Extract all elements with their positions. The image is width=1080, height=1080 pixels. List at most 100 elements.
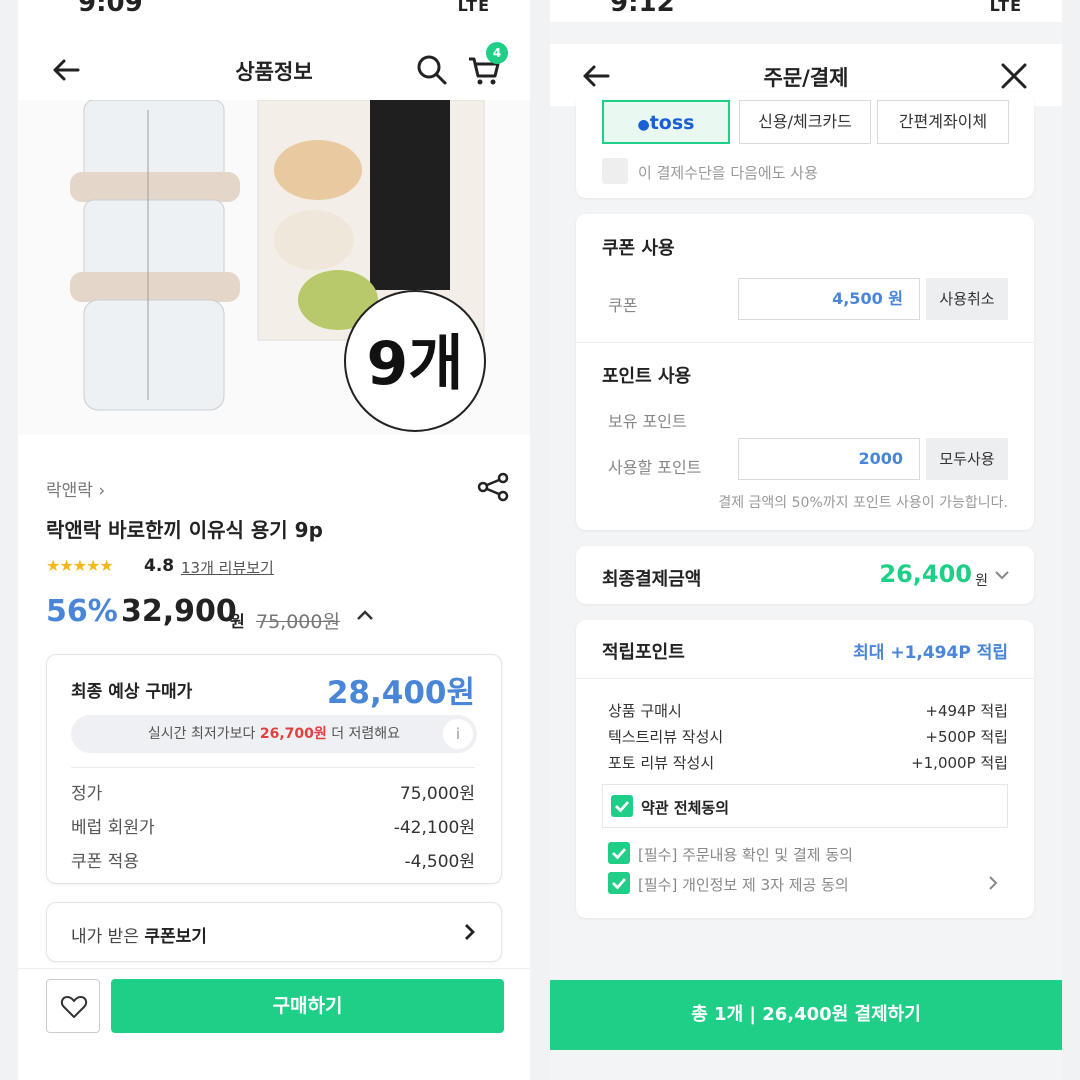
coupon-prefix: 내가 받은 [71, 927, 145, 947]
chevron-right-icon [459, 921, 479, 943]
reward-points-card: 적립포인트 최대 +1,494P 적립 상품 구매시 +494P 적립 텍스트리… [576, 620, 1034, 918]
close-icon[interactable] [996, 58, 1032, 94]
divider [71, 767, 475, 768]
reward-row-photo-review: 포토 리뷰 작성시 +1,000P 적립 [608, 752, 1008, 773]
info-icon[interactable]: i [443, 719, 473, 749]
cart-count-badge: 4 [486, 42, 508, 64]
row-label: 정가 [71, 784, 103, 804]
remember-checkbox[interactable] [602, 158, 628, 184]
notice-amount: 26,700원 [259, 726, 327, 742]
status-network: LTE [457, 0, 490, 15]
final-amount-card[interactable]: 최종결제금액 26,400 원 [576, 546, 1034, 604]
checkbox-checked-icon[interactable] [608, 872, 630, 894]
status-time: 9:12 [610, 0, 675, 18]
reward-row-value: +494P 적립 [925, 702, 1008, 720]
points-input[interactable]: 2000 [738, 438, 920, 480]
agree-order-row[interactable]: [필수] 주문내용 확인 및 결제 동의 [608, 842, 1008, 866]
buy-button[interactable]: 구매하기 [111, 979, 504, 1033]
reward-row-value: +1,000P 적립 [911, 754, 1008, 772]
status-time: 9:09 [78, 0, 143, 18]
checkbox-checked-icon[interactable] [608, 842, 630, 864]
use-points-label: 사용할 포인트 [608, 458, 702, 477]
agree-order-label: [필수] 주문내용 확인 및 결제 동의 [638, 846, 853, 864]
reward-max: 최대 +1,494P 적립 [853, 643, 1008, 663]
row-label: 쿠폰 적용 [71, 852, 139, 872]
share-icon[interactable] [476, 472, 510, 502]
lowest-price-notice: 실시간 최저가보다 26,700원 더 저렴해요 i [71, 715, 477, 753]
agree-all-label: 약관 전체동의 [641, 799, 730, 817]
price-unit: 원 [230, 612, 245, 631]
reward-row-label: 포토 리뷰 작성시 [608, 754, 715, 772]
reward-row-purchase: 상품 구매시 +494P 적립 [608, 700, 1008, 721]
search-icon[interactable] [414, 52, 450, 88]
estimated-price-label: 최종 예상 구매가 [71, 682, 193, 702]
points-heading: 포인트 사용 [602, 366, 692, 387]
reviews-link[interactable]: 13개 리뷰보기 [181, 557, 274, 578]
notice-text-suffix: 더 저렴해요 [326, 726, 401, 742]
reward-row-text-review: 텍스트리뷰 작성시 +500P 적립 [608, 726, 1008, 747]
container-stack [70, 100, 240, 411]
use-all-points-button[interactable]: 모두사용 [926, 438, 1008, 480]
agree-privacy-row[interactable]: [필수] 개인정보 제 3자 제공 동의 [608, 872, 1008, 896]
quantity-badge-text: 9개 [367, 329, 464, 399]
pay-option-bank[interactable]: 간편계좌이체 [877, 100, 1009, 144]
row-value: -42,100원 [393, 818, 475, 838]
discount-rate: 56% [46, 594, 118, 629]
cart-icon[interactable]: 4 [466, 42, 508, 88]
page-title: 주문/결제 [763, 66, 849, 90]
rating-stars-icon: ★★★★★ [46, 556, 114, 575]
chevron-up-icon[interactable] [354, 604, 376, 626]
price-row-member: 베럽 회원가 -42,100원 [71, 813, 475, 838]
coupon-heading: 쿠폰 사용 [602, 238, 675, 259]
reward-row-label: 상품 구매시 [608, 702, 682, 720]
chevron-down-icon [992, 565, 1012, 585]
notice-text: 실시간 최저가보다 [147, 726, 260, 742]
checkout-screen: 9:12 LTE 주문/결제 ●toss 신용/체크카드 간편계좌이체 이 결제… [550, 0, 1062, 1080]
row-value: 75,000원 [399, 784, 475, 804]
row-value: -4,500원 [404, 852, 475, 872]
pay-option-toss[interactable]: ●toss [602, 100, 730, 144]
coupon-bold: 쿠폰보기 [144, 927, 207, 947]
view-coupons-label: 내가 받은 쿠폰보기 [71, 922, 207, 947]
product-detail-screen: 9:09 LTE 상품정보 4 9개 락앤락 › 락앤락 바로한끼 이유식 용기… [18, 0, 530, 1080]
status-network: LTE [989, 0, 1022, 15]
reward-row-value: +500P 적립 [925, 728, 1008, 746]
payment-method-card: ●toss 신용/체크카드 간편계좌이체 이 결제수단을 다음에도 사용 [576, 92, 1034, 198]
sale-price: 32,900 [121, 594, 237, 629]
estimated-price-card: 최종 예상 구매가 28,400원 실시간 최저가보다 26,700원 더 저렴… [46, 654, 502, 884]
owned-points-label: 보유 포인트 [608, 412, 687, 431]
points-note: 결제 금액의 50%까지 포인트 사용이 가능합니다. [718, 495, 1008, 511]
coupon-label: 쿠폰 [608, 296, 638, 315]
divider [576, 678, 1034, 679]
coupon-points-card: 쿠폰 사용 쿠폰 4,500 원 사용취소 포인트 사용 보유 포인트 사용할 … [576, 214, 1034, 530]
final-amount: 26,400 [879, 560, 972, 588]
page-title: 상품정보 [235, 60, 313, 84]
rating-value: 4.8 [144, 556, 175, 576]
cancel-coupon-button[interactable]: 사용취소 [926, 278, 1008, 320]
toss-logo-icon: ● [637, 117, 650, 133]
wishlist-button[interactable] [46, 979, 100, 1033]
estimated-price: 28,400원 [326, 675, 475, 711]
view-coupons-button[interactable]: 내가 받은 쿠폰보기 [46, 902, 502, 962]
coupon-field[interactable]: 4,500 원 [738, 278, 920, 320]
option-label: toss [649, 112, 695, 134]
checkbox-checked-icon[interactable] [611, 795, 633, 817]
product-name: 락앤락 바로한끼 이유식 용기 9p [46, 518, 323, 542]
heart-icon [60, 996, 88, 1018]
chevron-right-icon[interactable] [986, 874, 1000, 892]
final-amount-unit: 원 [975, 573, 988, 589]
top-bar: 상품정보 4 [18, 38, 530, 102]
price-row-list: 정가 75,000원 [71, 779, 475, 804]
pay-option-card[interactable]: 신용/체크카드 [739, 100, 871, 144]
pay-button[interactable]: 총 1개 | 26,400원 결제하기 [550, 980, 1062, 1050]
row-label: 베럽 회원가 [71, 818, 155, 838]
product-image[interactable]: 9개 [18, 100, 530, 435]
brand-link[interactable]: 락앤락 › [46, 476, 105, 501]
final-amount-label: 최종결제금액 [602, 569, 702, 590]
remember-label: 이 결제수단을 다음에도 사용 [638, 164, 818, 182]
agree-all-row[interactable]: 약관 전체동의 [602, 784, 1008, 828]
price-row-coupon: 쿠폰 적용 -4,500원 [71, 847, 475, 872]
divider [576, 342, 1034, 343]
reward-heading: 적립포인트 [602, 642, 685, 663]
reward-row-label: 텍스트리뷰 작성시 [608, 728, 724, 746]
